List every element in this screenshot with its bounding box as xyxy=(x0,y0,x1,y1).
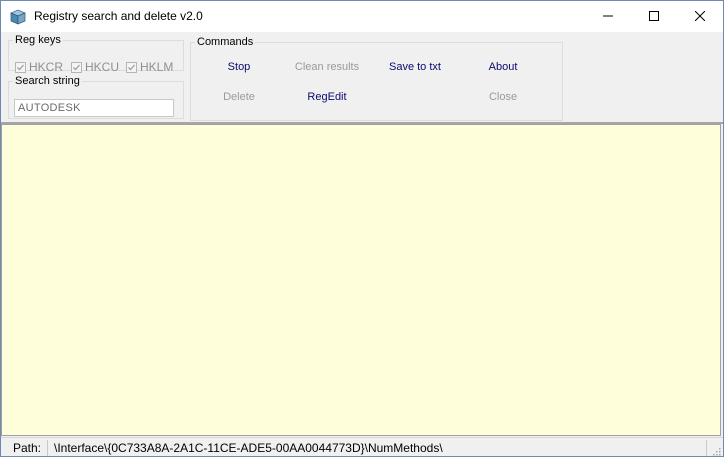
reg-keys-group: Reg keys HKCR HKCU HKLM xyxy=(8,34,184,74)
window-title: Registry search and delete v2.0 xyxy=(34,9,203,23)
about-button[interactable]: About xyxy=(463,61,543,73)
title-bar[interactable]: Registry search and delete v2.0 xyxy=(1,1,723,32)
save-to-txt-button[interactable]: Save to txt xyxy=(375,61,455,73)
reg-keys-legend: Reg keys xyxy=(15,34,61,46)
close-window-button[interactable] xyxy=(677,1,723,32)
delete-button[interactable]: Delete xyxy=(199,91,279,103)
stop-button[interactable]: Stop xyxy=(199,61,279,73)
path-value: \Interface\{0C733A8A-2A1C-11CE-ADE5-00AA… xyxy=(54,441,443,455)
search-string-legend: Search string xyxy=(15,75,80,87)
hklm-label: HKLM xyxy=(140,60,174,74)
search-string-group: Search string xyxy=(8,75,184,119)
hklm-checkbox[interactable]: HKLM xyxy=(126,60,173,74)
commands-group: Commands Stop Clean results Save to txt … xyxy=(190,36,563,121)
clean-results-button[interactable]: Clean results xyxy=(287,61,367,73)
hkcr-label: HKCR xyxy=(29,60,64,74)
path-label: Path: xyxy=(13,441,42,455)
toolbar: Reg keys HKCR HKCU HKLM Search string AU… xyxy=(1,32,723,124)
maximize-icon xyxy=(649,10,659,24)
results-list[interactable] xyxy=(1,124,721,436)
status-divider xyxy=(47,440,48,456)
regedit-button[interactable]: RegEdit xyxy=(287,91,367,103)
hkcu-label: HKCU xyxy=(85,60,120,74)
close-button[interactable]: Close xyxy=(463,91,543,103)
registry-cube-icon xyxy=(10,9,26,25)
close-icon xyxy=(694,10,706,24)
app-window: Registry search and delete v2.0 Reg keys xyxy=(0,0,724,457)
status-bar: Path: \Interface\{0C733A8A-2A1C-11CE-ADE… xyxy=(1,437,723,456)
search-input[interactable] xyxy=(14,99,174,117)
checkbox-check-icon xyxy=(126,61,137,73)
minimize-button[interactable] xyxy=(585,1,631,32)
hkcu-checkbox[interactable]: HKCU xyxy=(71,60,119,74)
checkbox-check-icon xyxy=(15,61,26,73)
checkbox-check-icon xyxy=(71,61,82,73)
status-divider xyxy=(706,440,707,456)
hkcr-checkbox[interactable]: HKCR xyxy=(15,60,63,74)
resize-grip-icon[interactable] xyxy=(711,445,721,456)
maximize-button[interactable] xyxy=(631,1,677,32)
minimize-icon xyxy=(603,10,613,24)
commands-legend: Commands xyxy=(197,36,254,48)
